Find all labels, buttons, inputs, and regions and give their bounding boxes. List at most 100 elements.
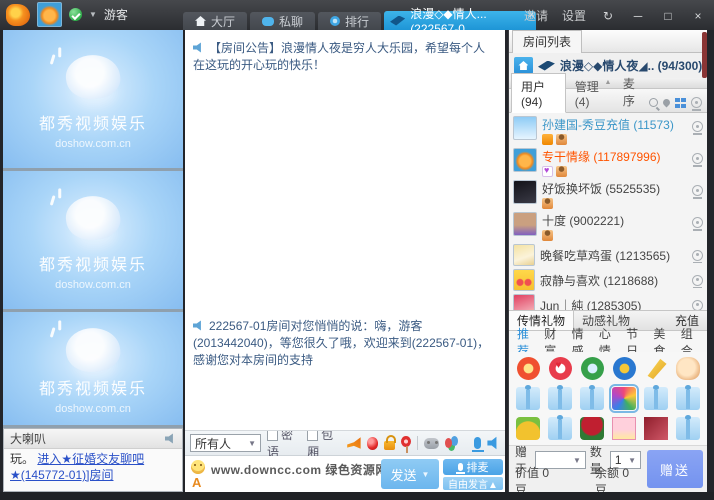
webcam-icon[interactable] (692, 217, 703, 228)
user-row[interactable]: 孙建国-秀豆充值 (11573) (509, 115, 707, 147)
room-list-scrollbar[interactable] (702, 32, 707, 78)
font-style-icon[interactable]: A (192, 475, 201, 490)
chat-log[interactable]: 【房间公告】浪漫情人夜是穷人大乐园，希望每个人在这玩的开心玩的快乐！ 22256… (185, 30, 505, 431)
status-caret-icon[interactable]: ▼ (89, 10, 97, 19)
gift-item[interactable] (577, 385, 607, 412)
balloons-icon[interactable] (445, 438, 452, 448)
gift-item[interactable] (545, 355, 575, 382)
gift-item-selected[interactable] (609, 385, 639, 412)
send-gift-button[interactable]: 赠送 (647, 450, 703, 488)
whisper-checkbox[interactable]: 密语 (267, 426, 301, 460)
free-speech-button[interactable]: 自由发言▲ (443, 477, 503, 490)
video-column: 都秀视频娱乐 doshow.com.cn 都秀视频娱乐 doshow.com.c… (3, 30, 183, 492)
webcam-icon[interactable] (692, 185, 703, 196)
gift-item[interactable] (673, 415, 703, 442)
video-tile-1[interactable]: 都秀视频娱乐 doshow.com.cn (3, 30, 183, 168)
tab-admin[interactable]: 管理 (4) (566, 74, 614, 112)
gift-item[interactable] (609, 355, 639, 382)
user-row[interactable]: 寂静与喜欢 (1218688) (509, 268, 707, 293)
medal-icon (330, 16, 340, 26)
gift-item[interactable] (513, 385, 543, 412)
microphone-icon[interactable] (474, 437, 481, 449)
gift-item[interactable] (673, 385, 703, 412)
gift-item[interactable] (513, 355, 543, 382)
video-tile-domain: doshow.com.cn (3, 138, 183, 150)
location-pin-icon[interactable] (662, 98, 672, 108)
video-tile-title: 都秀视频娱乐 (3, 375, 183, 399)
emoticon-icon[interactable] (367, 437, 379, 450)
user-row[interactable]: Jun｜純 (1285305) (509, 293, 707, 310)
gift-item[interactable] (673, 355, 703, 382)
user-badge-icon (542, 134, 553, 145)
send-button[interactable]: 发送 ▼ (381, 459, 439, 489)
user-row[interactable]: 专干情缘 (117897996) (509, 147, 707, 179)
emoticon-picker-icon[interactable] (191, 460, 205, 474)
gift-icon (612, 387, 636, 410)
horn-gift-icon[interactable] (347, 437, 360, 450)
invite-button[interactable]: 邀请 (524, 7, 548, 24)
game-controller-icon[interactable] (424, 438, 439, 449)
tab-ranking[interactable]: 排行 (318, 12, 381, 30)
gift-item[interactable] (609, 415, 639, 442)
refresh-icon[interactable]: ↻ (600, 9, 616, 23)
online-status-icon[interactable] (69, 8, 82, 21)
user-row[interactable]: 十度 (9002221) (509, 211, 707, 243)
tab-users[interactable]: 用户 (94) (511, 73, 566, 113)
webcam-icon[interactable] (692, 153, 703, 164)
user-name: 十度 (9002221) (542, 214, 624, 228)
user-row[interactable]: 晚餐吃草鸡蛋 (1213565) (509, 243, 707, 268)
close-icon[interactable]: × (690, 9, 706, 23)
gift-item[interactable] (641, 385, 671, 412)
settings-button[interactable]: 设置 (562, 7, 586, 24)
gift-item[interactable] (545, 385, 575, 412)
lock-icon[interactable] (384, 441, 395, 450)
lollipop-icon[interactable] (401, 436, 411, 447)
webcam-icon[interactable] (692, 121, 703, 132)
booth-checkbox[interactable]: 包厢 (307, 426, 341, 460)
webcam-icon[interactable] (692, 275, 703, 286)
user-list[interactable]: 孙建国-秀豆充值 (11573) 专干情缘 (117897996) (509, 113, 707, 310)
horn-title: 大喇叭 (10, 430, 46, 447)
tab-room-active[interactable]: 浪漫◇◆情人... (222567-0 × (384, 11, 536, 30)
avatar (513, 212, 537, 236)
user-row[interactable]: 好饭换坏饭 (5525535) (509, 179, 707, 211)
tab-private-chat[interactable]: 私聊 (250, 12, 315, 30)
chat-input-area[interactable]: A www.downcc.com 绿色资源网 发送 ▼ 排麦 自由发言▲ (185, 456, 505, 492)
checkbox-icon[interactable] (307, 430, 318, 441)
chevron-down-icon: ▼ (248, 439, 256, 448)
video-tile-2[interactable]: 都秀视频娱乐 doshow.com.cn (3, 171, 183, 309)
gift-item[interactable] (545, 415, 575, 442)
tab-mic-order[interactable]: 麦序 (614, 71, 649, 112)
user-name: 孙建国-秀豆充值 (11573) (542, 118, 674, 132)
maximize-icon[interactable]: □ (660, 9, 676, 23)
room-list-tab[interactable]: 房间列表 (512, 30, 582, 53)
queue-mic-button[interactable]: 排麦 (443, 459, 503, 475)
video-tile-3[interactable]: 都秀视频娱乐 doshow.com.cn (3, 312, 183, 425)
horn-body: 玩。 进入★征婚交友聊吧★(145772-01)]房间 (4, 449, 182, 491)
search-icon[interactable] (649, 98, 658, 107)
speaker-icon[interactable] (165, 433, 176, 444)
webcam-icon[interactable] (692, 250, 703, 261)
webcam-icon[interactable] (692, 300, 703, 311)
gift-icon (516, 387, 540, 410)
target-select[interactable]: 所有人 ▼ (190, 434, 261, 452)
titlebar-left: ▼ 游客 (6, 2, 128, 27)
user-name: 寂静与喜欢 (1218688) (540, 274, 658, 288)
webcam-icon[interactable] (691, 97, 702, 108)
user-avatar[interactable] (37, 2, 62, 27)
gift-item[interactable] (577, 355, 607, 382)
gift-item[interactable] (641, 415, 671, 442)
minimize-icon[interactable]: ─ (630, 9, 646, 23)
tab-lobby[interactable]: 大厅 (183, 12, 247, 30)
input-watermark-text: www.downcc.com 绿色资源网 (211, 461, 388, 478)
gift-icon (548, 387, 572, 410)
speaker-icon[interactable] (487, 436, 500, 450)
gift-item[interactable] (577, 415, 607, 442)
checkbox-icon[interactable] (267, 430, 278, 441)
room-home-button[interactable] (514, 57, 533, 74)
gift-icon (580, 387, 604, 410)
avatar (513, 116, 537, 140)
gift-item[interactable] (641, 355, 671, 382)
gift-item[interactable] (513, 415, 543, 442)
grid-view-icon[interactable] (675, 98, 686, 108)
